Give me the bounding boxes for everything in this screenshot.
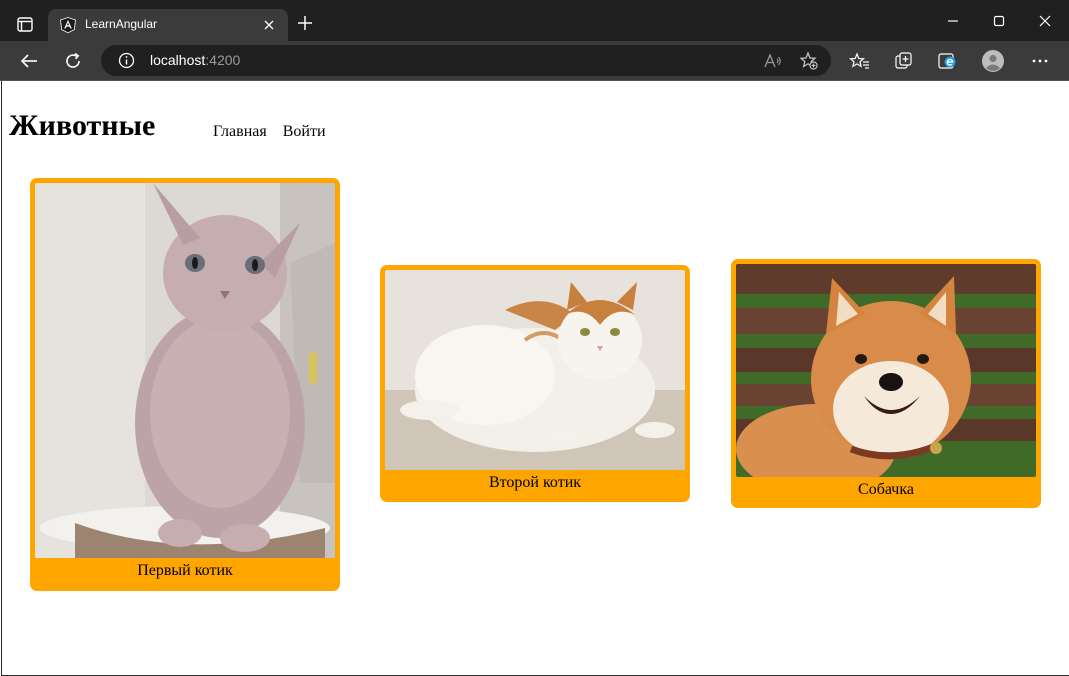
browser-window: LearnAngular localhost:4200 Животные Гла… bbox=[0, 0, 1069, 676]
close-window-icon[interactable] bbox=[1036, 12, 1054, 30]
more-options-icon[interactable] bbox=[1029, 50, 1051, 72]
nav-link-login[interactable]: Войти bbox=[283, 123, 326, 140]
close-tab-icon[interactable] bbox=[262, 18, 276, 32]
address-url[interactable]: localhost:4200 bbox=[150, 52, 240, 68]
tab-learnangular[interactable]: LearnAngular bbox=[48, 9, 288, 41]
card-caption: Первый котик bbox=[137, 562, 233, 579]
minimize-icon[interactable] bbox=[944, 12, 962, 30]
collections-icon[interactable] bbox=[893, 50, 915, 72]
internet-explorer-mode-icon[interactable] bbox=[937, 50, 959, 72]
fat-white-ginger-cat-photo bbox=[385, 270, 685, 470]
refresh-icon[interactable] bbox=[62, 50, 84, 72]
site-title: Животные bbox=[9, 109, 156, 142]
favorites-icon[interactable] bbox=[848, 50, 871, 72]
animal-card[interactable]: Первый котик bbox=[30, 178, 340, 591]
site-info-icon[interactable] bbox=[118, 52, 135, 69]
read-aloud-icon[interactable] bbox=[763, 51, 783, 71]
shiba-inu-dog-photo bbox=[736, 264, 1036, 477]
profile-avatar[interactable] bbox=[982, 50, 1004, 72]
angular-logo-icon bbox=[60, 17, 76, 34]
tab-title: LearnAngular bbox=[85, 17, 158, 31]
main-nav: Главная Войти bbox=[213, 123, 342, 141]
tab-strip: LearnAngular bbox=[0, 0, 1069, 41]
page-viewport: Животные Главная Войти Первый котик Втор… bbox=[1, 81, 1069, 676]
new-tab-icon[interactable] bbox=[296, 14, 314, 32]
address-bar[interactable]: localhost:4200 bbox=[101, 45, 831, 76]
animal-card[interactable]: Второй котик bbox=[380, 265, 690, 502]
card-caption: Собачка bbox=[858, 481, 914, 498]
back-icon[interactable] bbox=[18, 50, 40, 72]
animal-card[interactable]: Собачка bbox=[731, 259, 1041, 508]
address-host: localhost bbox=[150, 52, 206, 68]
browser-toolbar: localhost:4200 bbox=[0, 41, 1069, 81]
maximize-icon[interactable] bbox=[990, 12, 1008, 30]
card-caption: Второй котик bbox=[488, 474, 582, 491]
tab-actions-icon[interactable] bbox=[10, 12, 40, 38]
nav-link-home[interactable]: Главная bbox=[213, 123, 267, 140]
add-favorite-icon[interactable] bbox=[799, 51, 819, 71]
sphynx-cat-photo bbox=[35, 183, 335, 558]
address-port: :4200 bbox=[205, 52, 241, 68]
